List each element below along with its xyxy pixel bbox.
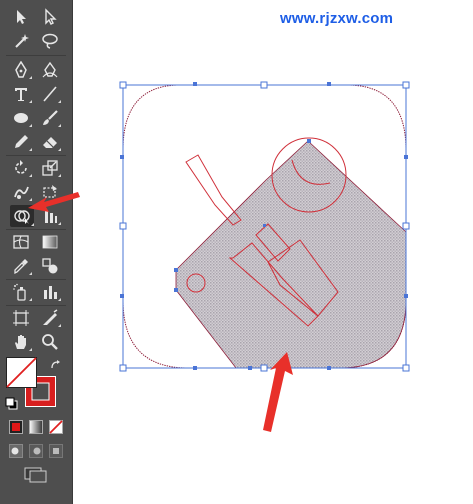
pointer-arrow-left — [28, 192, 80, 212]
selected-shape-fill — [175, 140, 407, 369]
artwork — [28, 81, 410, 432]
